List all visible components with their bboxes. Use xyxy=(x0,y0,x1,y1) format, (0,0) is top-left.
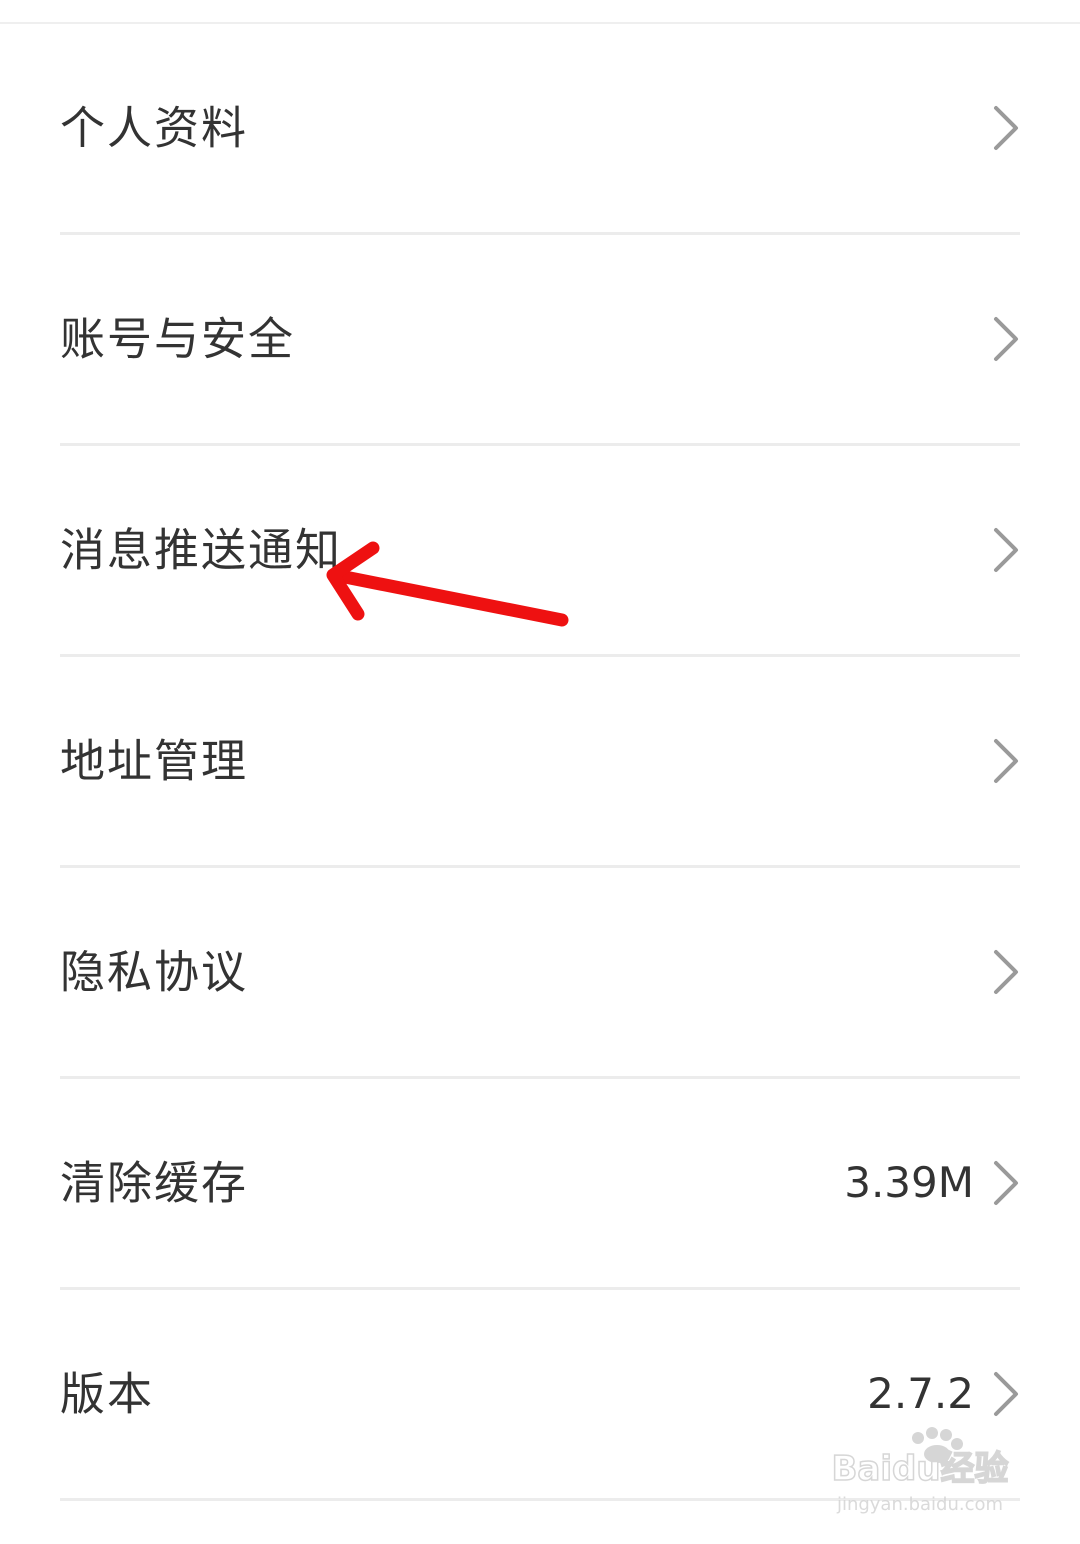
chevron-right-icon xyxy=(994,317,1018,361)
settings-item-profile[interactable]: 个人资料 xyxy=(60,24,1020,235)
settings-item-label: 账号与安全 xyxy=(60,312,296,366)
settings-list: 个人资料 账号与安全 消息推送通知 地址管理 隐私协议 清除缓存 3.39M 版… xyxy=(60,24,1020,1501)
chevron-right-icon xyxy=(994,528,1018,572)
chevron-right-icon xyxy=(994,950,1018,994)
settings-item-label: 版本 xyxy=(60,1367,155,1421)
watermark-url: jingyan.baidu.com xyxy=(836,1494,1003,1515)
chevron-right-icon xyxy=(994,106,1018,150)
settings-item-label: 隐私协议 xyxy=(60,945,249,999)
settings-item-clear-cache[interactable]: 清除缓存 3.39M xyxy=(60,1079,1020,1290)
settings-item-push-notifications[interactable]: 消息推送通知 xyxy=(60,446,1020,657)
chevron-right-icon xyxy=(994,1161,1018,1205)
chevron-right-icon xyxy=(994,1372,1018,1416)
settings-item-label: 清除缓存 xyxy=(60,1156,249,1210)
cache-size-value: 3.39M xyxy=(844,1158,974,1207)
settings-item-account-security[interactable]: 账号与安全 xyxy=(60,235,1020,446)
settings-item-privacy-policy[interactable]: 隐私协议 xyxy=(60,868,1020,1079)
version-value: 2.7.2 xyxy=(867,1369,974,1418)
settings-item-label: 地址管理 xyxy=(60,734,249,788)
settings-item-label: 个人资料 xyxy=(60,101,249,155)
watermark-brand: Baidu经验 xyxy=(831,1449,1008,1489)
chevron-right-icon xyxy=(994,739,1018,783)
baidu-jingyan-watermark: Baidu经验 jingyan.baidu.com xyxy=(831,1427,1009,1515)
settings-item-address-management[interactable]: 地址管理 xyxy=(60,657,1020,868)
settings-item-label: 消息推送通知 xyxy=(60,523,343,577)
